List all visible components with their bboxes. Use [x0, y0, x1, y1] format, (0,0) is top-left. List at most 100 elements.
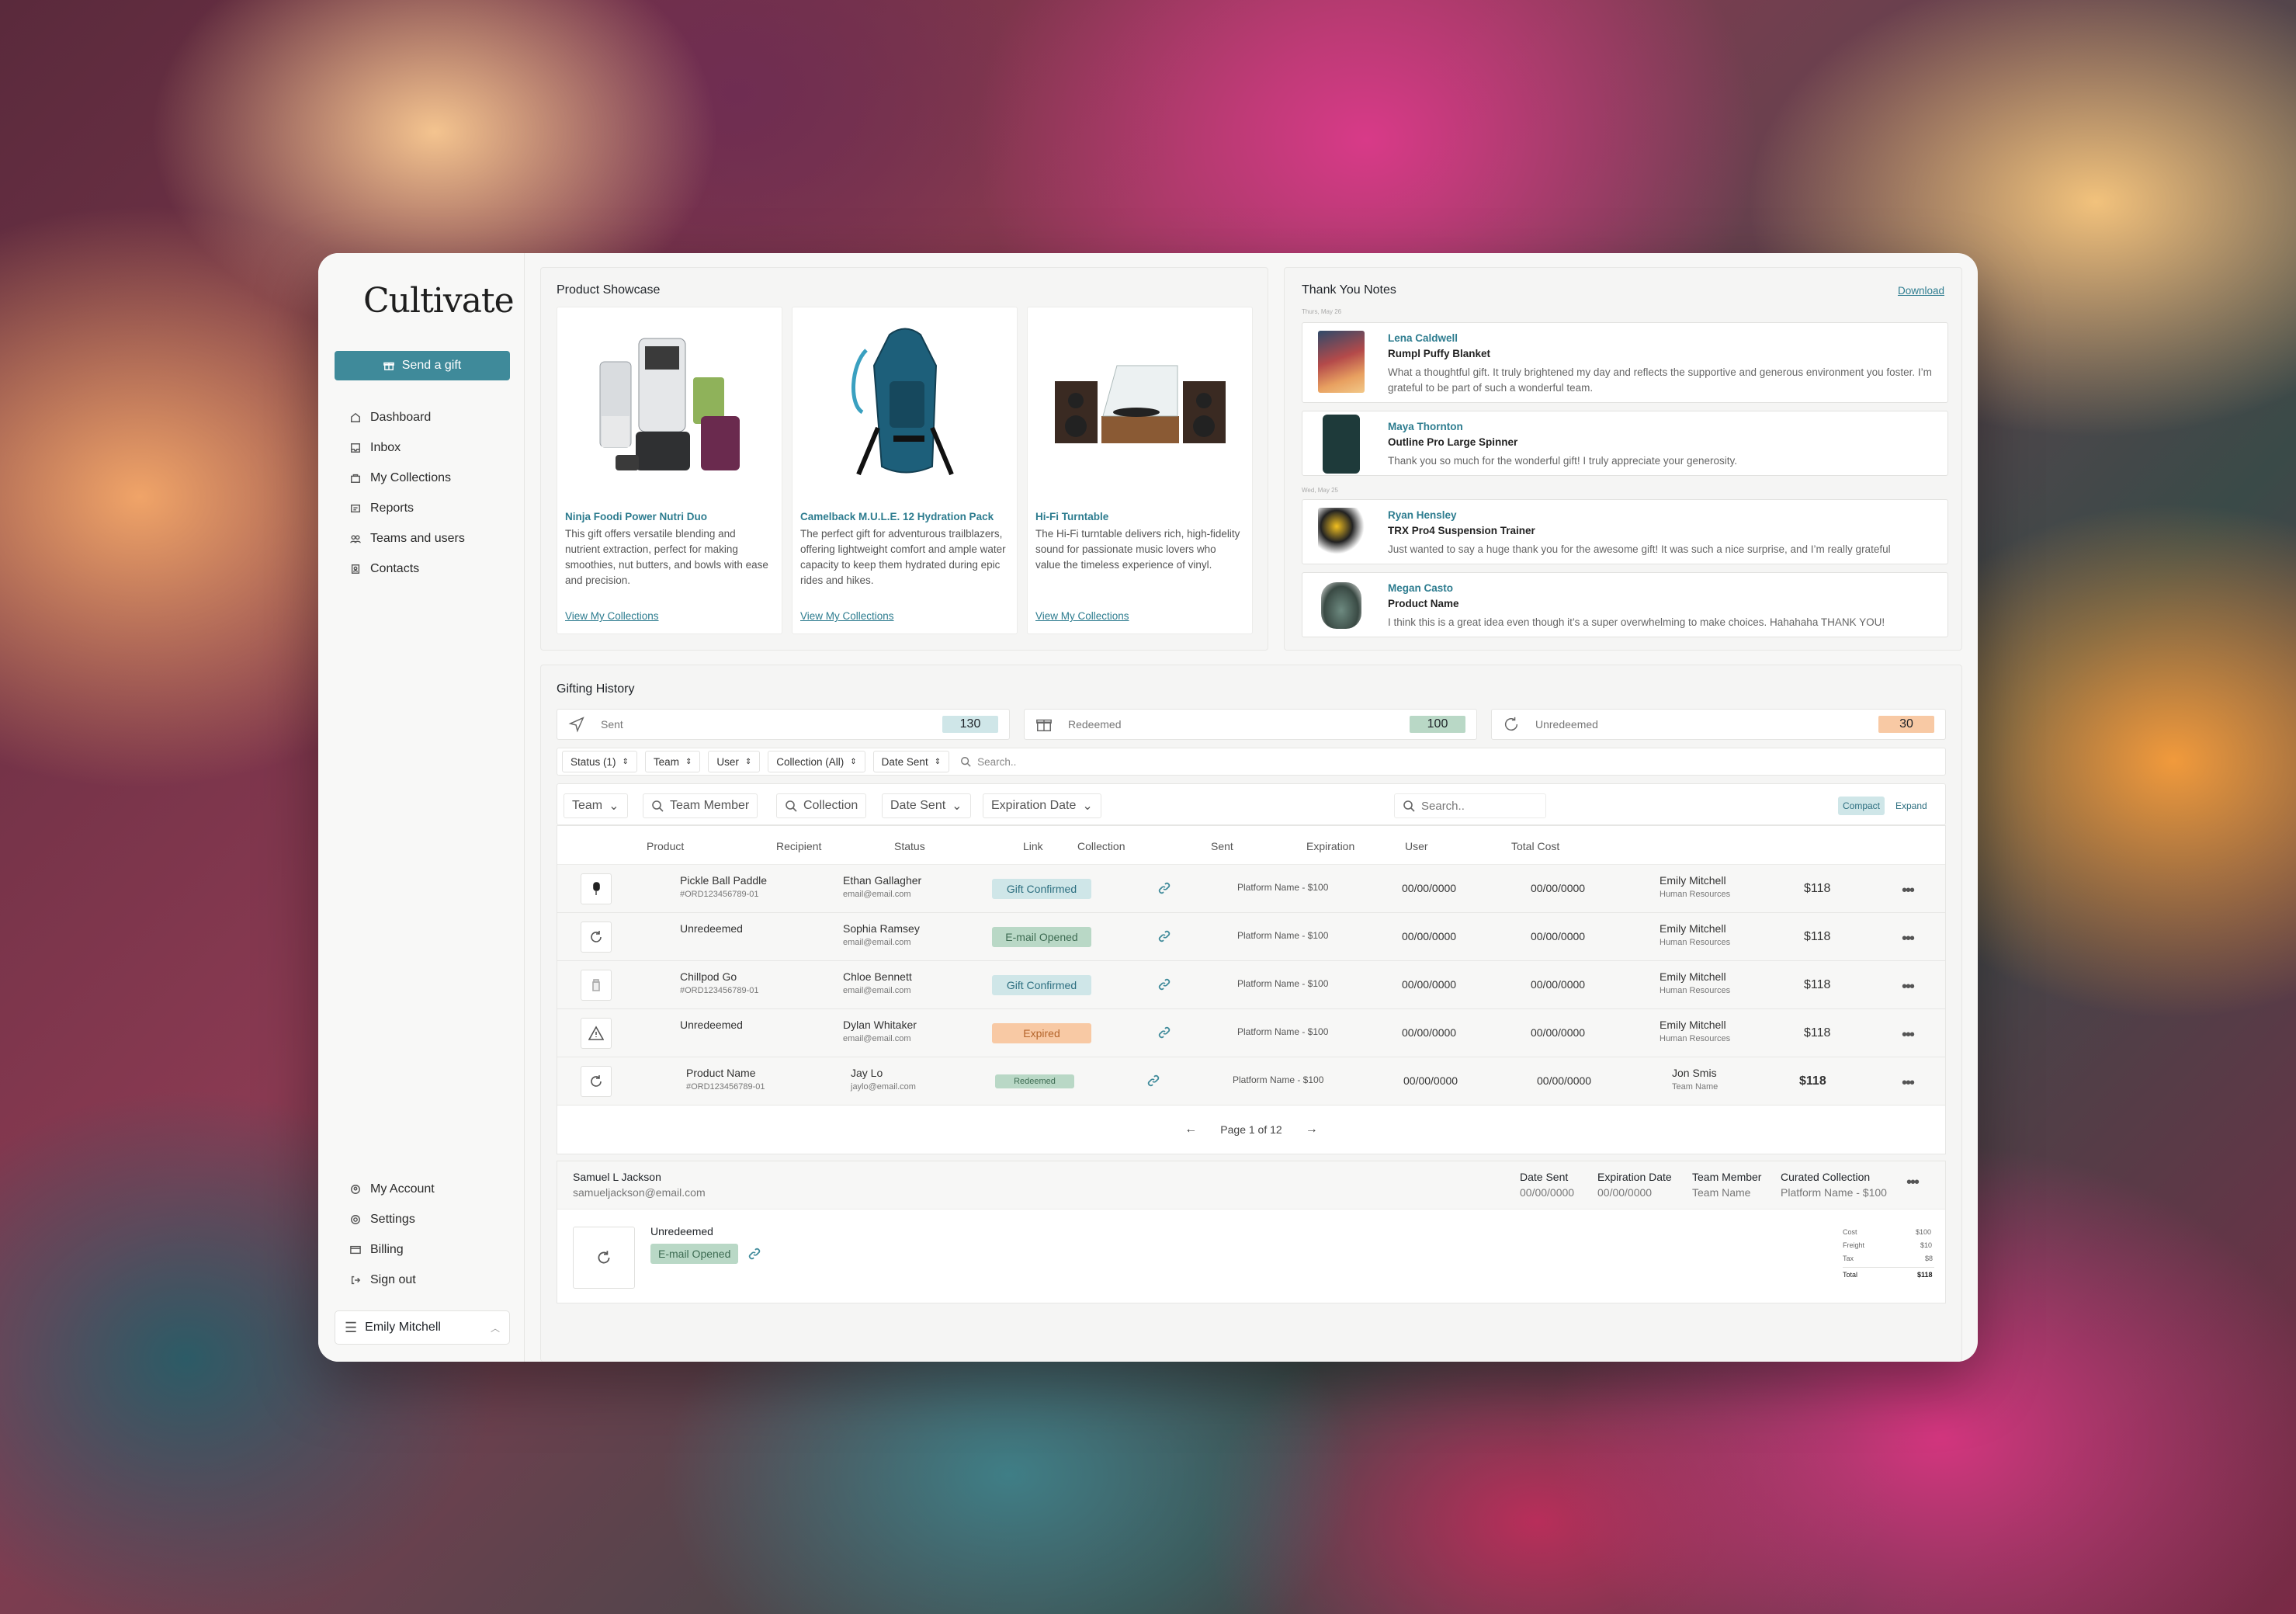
table-row[interactable]: Chillpod Go #ORD123456789-01 Chloe Benne…	[557, 961, 1945, 1009]
table-row[interactable]: Product Name #ORD123456789-01 Jay Lo jay…	[557, 1057, 1945, 1106]
user-switcher[interactable]: ☰ Emily Mitchell ︿	[335, 1310, 510, 1345]
link-icon[interactable]	[748, 1248, 761, 1260]
sidebar-item-label: Dashboard	[370, 410, 432, 424]
stat-sent[interactable]: Sent 130	[557, 709, 1010, 740]
link-icon[interactable]	[1147, 1074, 1160, 1087]
product-description: The Hi-Fi turntable delivers rich, high-…	[1035, 528, 1240, 571]
status-badge: Gift Confirmed	[992, 879, 1091, 899]
view-collections-link[interactable]: View My Collections	[800, 610, 894, 622]
sidebar-item-teams[interactable]: Teams and users	[335, 523, 510, 554]
table-row[interactable]: Unredeemed Sophia Ramsey email@email.com…	[557, 913, 1945, 961]
pagination: ← Page 1 of 12 →	[557, 1106, 1945, 1154]
more-options-icon[interactable]: •••	[1902, 930, 1915, 948]
sidebar-item-billing[interactable]: Billing	[335, 1234, 510, 1265]
stat-redeemed[interactable]: Redeemed 100	[1024, 709, 1477, 740]
detail-date-sent-label: Date Sent	[1520, 1171, 1569, 1183]
sort-icon: ⇕	[934, 757, 942, 766]
thank-you-note[interactable]: Megan Casto Product Name I think this is…	[1302, 572, 1948, 637]
sidebar-item-reports[interactable]: Reports	[335, 493, 510, 523]
link-icon[interactable]	[1158, 882, 1171, 894]
column-header[interactable]: Sent	[1211, 840, 1233, 852]
more-options-icon[interactable]: •••	[1902, 882, 1915, 900]
filter-bar: Status (1) ⇕ Team ⇕ User ⇕ Collection (All)…	[557, 748, 1946, 776]
day-label: Thurs, May 26	[1302, 308, 1342, 315]
table-row[interactable]: Unredeemed Dylan Whitaker email@email.co…	[557, 1009, 1945, 1057]
more-options-icon[interactable]: •••	[1902, 1074, 1915, 1092]
chevron-down-icon: ⌄	[1082, 800, 1093, 813]
filter-team-dropdown[interactable]: Team ⌄	[564, 793, 628, 818]
sidebar-item-account[interactable]: My Account	[335, 1174, 510, 1204]
more-options-icon[interactable]: •••	[1902, 978, 1915, 996]
users-icon	[350, 534, 361, 543]
user-team: Human Resources	[1660, 1034, 1731, 1043]
view-expand-toggle[interactable]: Expand	[1891, 797, 1932, 815]
more-options-icon[interactable]: •••	[1902, 1026, 1915, 1044]
inbox-icon	[351, 443, 360, 453]
send-gift-button[interactable]: Send a gift	[335, 351, 510, 380]
filter-date-sent-dropdown[interactable]: Date Sent ⌄	[882, 793, 971, 818]
more-options-icon[interactable]: •••	[1906, 1174, 1920, 1192]
search-icon	[1403, 800, 1415, 812]
column-header[interactable]: Collection	[1077, 840, 1125, 852]
table-row[interactable]: Pickle Ball Paddle #ORD123456789-01 Etha…	[557, 865, 1945, 913]
recipient-email: jaylo@email.com	[851, 1082, 916, 1092]
paddle-icon	[581, 873, 612, 904]
filter-collection[interactable]: Collection (All) ⇕	[768, 751, 865, 772]
search-placeholder: Search..	[1421, 799, 1465, 813]
column-header[interactable]: Recipient	[776, 840, 821, 852]
recipient-name: Sophia Ramsey	[843, 922, 920, 935]
sidebar-item-dashboard[interactable]: Dashboard	[335, 402, 510, 432]
filter-label: Collection (All)	[776, 755, 845, 768]
total-value: $118	[1917, 1271, 1933, 1279]
filter-user[interactable]: User ⇕	[708, 751, 761, 772]
product-card[interactable]: Camelback M.U.L.E. 12 Hydration Pack The…	[792, 307, 1018, 634]
filter-expiration-dropdown[interactable]: Expiration Date ⌄	[983, 793, 1101, 818]
view-collections-link[interactable]: View My Collections	[565, 610, 659, 622]
column-header[interactable]: Product	[647, 840, 684, 852]
filter-label: Team Member	[670, 799, 750, 812]
total-label: Total	[1843, 1271, 1858, 1279]
filter-collection-search[interactable]: Collection	[776, 793, 867, 818]
column-header[interactable]: User	[1405, 840, 1428, 852]
product-card[interactable]: Ninja Foodi Power Nutri Duo This gift of…	[557, 307, 782, 634]
filter-status[interactable]: Status (1) ⇕	[562, 751, 637, 772]
stat-unredeemed[interactable]: Unredeemed 30	[1491, 709, 1946, 740]
search-input[interactable]: Search..	[960, 756, 1016, 768]
thank-you-note[interactable]: Maya Thornton Outline Pro Large Spinner …	[1302, 411, 1948, 476]
filter-date-sent[interactable]: Date Sent ⇕	[872, 751, 950, 772]
sidebar-item-collections[interactable]: My Collections	[335, 463, 510, 493]
download-link[interactable]: Download	[1898, 285, 1944, 297]
view-compact-toggle[interactable]: Compact	[1838, 797, 1885, 815]
sidebar-item-label: Teams and users	[370, 531, 465, 545]
column-header[interactable]: Status	[894, 840, 925, 852]
link-icon[interactable]	[1158, 1026, 1171, 1039]
home-icon	[351, 412, 360, 422]
column-header[interactable]: Total Cost	[1511, 840, 1559, 852]
order-id: #ORD123456789-01	[686, 1082, 765, 1092]
day-label: Wed, May 25	[1302, 487, 1338, 494]
table-search-input[interactable]: Search..	[1394, 793, 1546, 818]
search-icon	[961, 757, 971, 767]
sidebar-item-inbox[interactable]: Inbox	[335, 432, 510, 463]
panel-title: Product Showcase	[557, 283, 661, 297]
refresh-icon	[1505, 717, 1518, 731]
app-window: Cultivate Send a gift Dashboard Inbox My…	[318, 253, 1978, 1362]
filter-team-member[interactable]: Team Member	[643, 793, 758, 818]
filter-team[interactable]: Team ⇕	[644, 751, 701, 772]
arrow-right-icon[interactable]: →	[1306, 1123, 1318, 1137]
column-header[interactable]: Expiration	[1306, 840, 1354, 852]
product-card[interactable]: Hi-Fi Turntable The Hi-Fi turntable deli…	[1027, 307, 1253, 634]
thank-you-note[interactable]: Ryan Hensley TRX Pro4 Suspension Trainer…	[1302, 499, 1948, 564]
thank-you-note[interactable]: Lena Caldwell Rumpl Puffy Blanket What a…	[1302, 322, 1948, 403]
note-product: Rumpl Puffy Blanket	[1388, 348, 1491, 359]
arrow-left-icon[interactable]: ←	[1184, 1123, 1197, 1137]
sidebar-item-signout[interactable]: Sign out	[335, 1265, 510, 1295]
view-collections-link[interactable]: View My Collections	[1035, 610, 1129, 622]
link-icon[interactable]	[1158, 978, 1171, 991]
gifting-table: Product Recipient Status Link Collection…	[557, 825, 1946, 1154]
search-icon	[786, 800, 797, 812]
sidebar-item-contacts[interactable]: Contacts	[335, 554, 510, 584]
link-icon[interactable]	[1158, 930, 1171, 942]
sidebar-item-settings[interactable]: Settings	[335, 1204, 510, 1234]
column-header[interactable]: Link	[1023, 840, 1043, 852]
